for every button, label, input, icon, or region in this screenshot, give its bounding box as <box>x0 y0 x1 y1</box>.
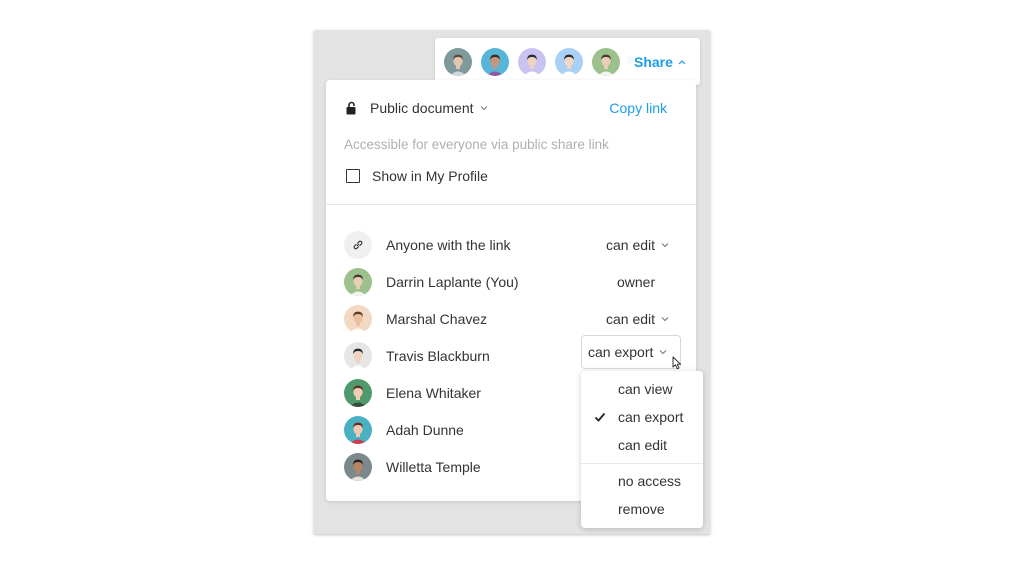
avatar <box>344 267 372 296</box>
menu-item-can-view[interactable]: can view <box>618 379 672 399</box>
avatar[interactable] <box>555 47 583 76</box>
permission-dropdown[interactable]: can edit <box>606 237 669 253</box>
person-name: Darrin Laplante (You) <box>386 273 519 290</box>
menu-item-can-export[interactable]: can export <box>618 407 683 427</box>
show-profile-label: Show in My Profile <box>372 168 488 184</box>
avatar[interactable] <box>444 47 472 76</box>
show-profile-row: Show in My Profile <box>346 168 488 184</box>
checkmark-icon <box>594 412 606 422</box>
person-name: Anyone with the link <box>386 236 511 253</box>
share-button[interactable]: Share <box>634 54 686 70</box>
unlock-icon <box>346 101 356 115</box>
permission-value: can export <box>588 344 654 360</box>
menu-item-no-access[interactable]: no access <box>618 471 681 491</box>
divider <box>326 204 696 205</box>
person-name: Adah Dunne <box>386 421 464 438</box>
permission-value: owner <box>617 273 656 290</box>
share-toolbar: Share <box>435 38 700 85</box>
person-name: Marshal Chavez <box>386 310 488 327</box>
chevron-down-icon <box>659 350 667 355</box>
avatar[interactable] <box>592 47 620 76</box>
avatar <box>344 452 372 481</box>
permission-label: owner <box>617 274 655 290</box>
person-row: Anyone with the link can edit <box>344 226 684 263</box>
person-row: Darrin Laplante (You) owner <box>344 263 684 300</box>
permission-value: can edit <box>606 310 656 327</box>
permission-select[interactable]: can export <box>581 335 681 369</box>
permission-dropdown[interactable]: can edit <box>606 311 669 327</box>
permission-value: can edit <box>606 236 656 253</box>
person-name: Elena Whitaker <box>386 384 481 401</box>
avatar <box>344 415 372 444</box>
avatar <box>344 304 372 333</box>
link-icon <box>344 230 372 259</box>
avatar <box>344 341 372 370</box>
menu-item-can-edit[interactable]: can edit <box>618 435 667 455</box>
share-button-label: Share <box>634 53 673 70</box>
chevron-down-icon <box>661 316 669 321</box>
menu-item-remove[interactable]: remove <box>618 499 665 519</box>
person-name: Willetta Temple <box>386 458 481 475</box>
person-row: Marshal Chavez can edit <box>344 300 684 337</box>
visibility-label: Public document <box>370 100 474 116</box>
copy-link-button[interactable]: Copy link <box>609 100 676 116</box>
collaborator-avatars <box>444 47 629 76</box>
chevron-down-icon <box>480 106 487 111</box>
menu-divider <box>581 463 703 464</box>
visibility-dropdown[interactable]: Public document <box>370 100 488 116</box>
mouse-pointer-icon <box>672 356 682 370</box>
person-name: Travis Blackburn <box>386 347 490 364</box>
visibility-description: Accessible for everyone via public share… <box>344 137 609 152</box>
avatar[interactable] <box>518 47 546 76</box>
show-profile-checkbox[interactable] <box>346 169 360 183</box>
permission-menu: can view can export can edit no access r… <box>581 371 703 528</box>
person-row: Travis Blackburn can export <box>344 335 684 374</box>
visibility-row: Public document Copy link <box>346 98 676 118</box>
chevron-up-icon <box>678 59 686 64</box>
chevron-down-icon <box>661 242 669 247</box>
avatar <box>344 378 372 407</box>
avatar[interactable] <box>481 47 509 76</box>
